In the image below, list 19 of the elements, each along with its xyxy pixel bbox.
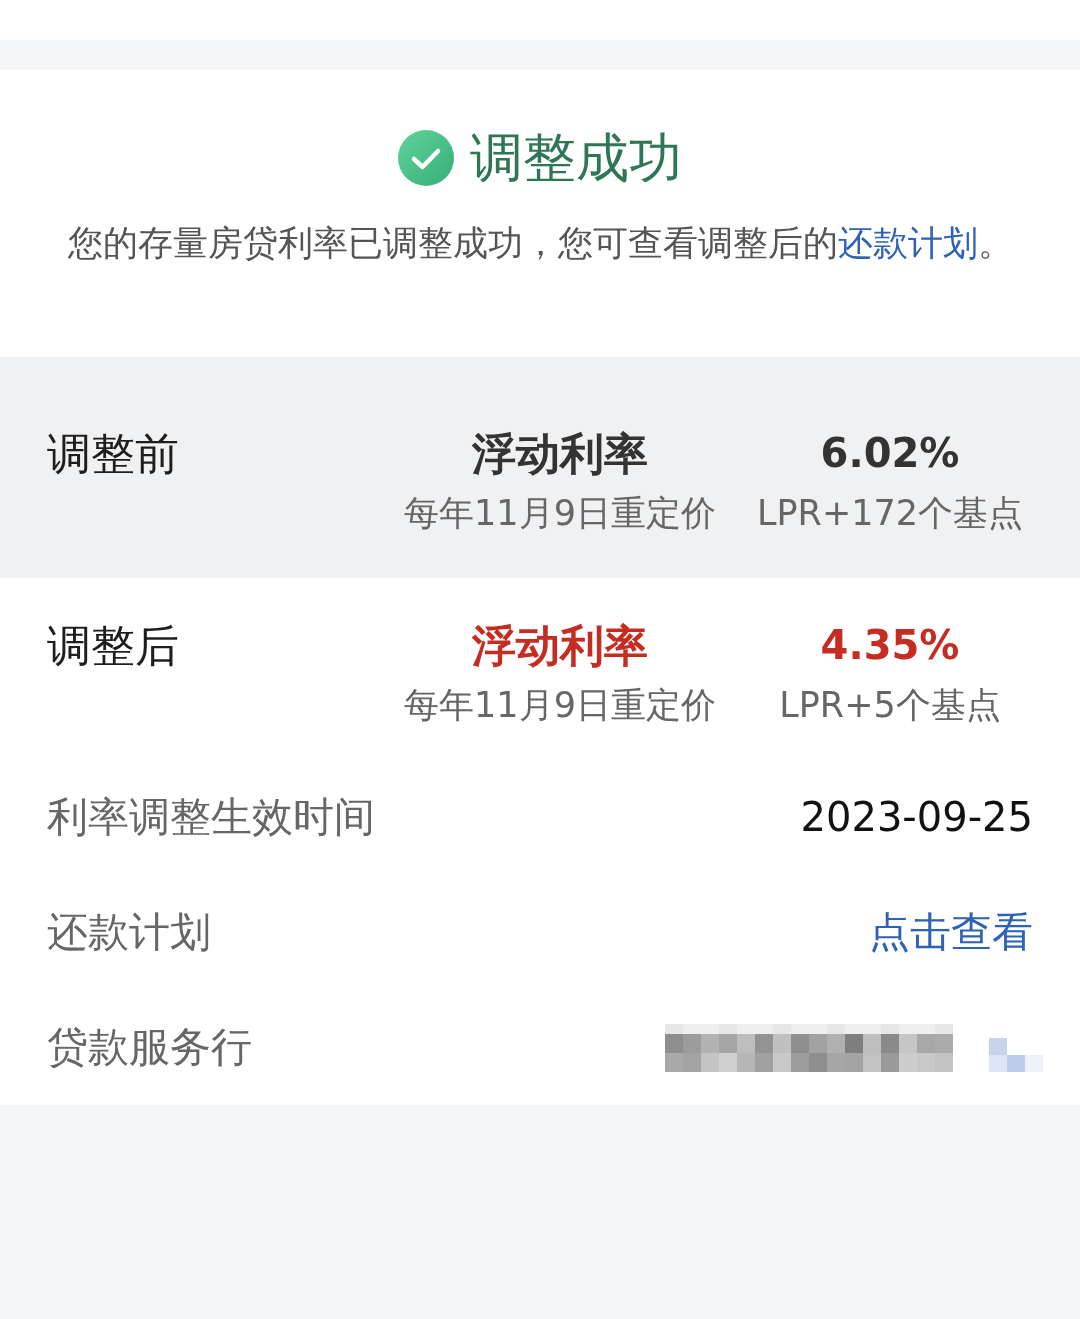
repayment-plan-link[interactable]: 还款计划 — [837, 223, 978, 263]
detail-label: 贷款服务行 — [47, 1022, 252, 1073]
view-link[interactable]: 点击查看 — [869, 904, 1033, 961]
rate-type: 浮动利率 — [471, 619, 649, 673]
interest-rate: 4.35% — [819, 621, 961, 670]
rate-row-label: 调整前 — [47, 427, 180, 481]
rate-spread: LPR+172个基点 — [755, 492, 1025, 535]
rate-spread: LPR+5个基点 — [778, 684, 1002, 727]
detail-label: 利率调整生效时间 — [47, 792, 375, 843]
rate-type: 浮动利率 — [471, 427, 649, 481]
interest-rate: 6.02% — [819, 429, 961, 478]
detail-value: 2023-09-25 — [800, 793, 1033, 842]
reprice-rule: 每年11月9日重定价 — [403, 492, 717, 535]
success-message: 您的存量房贷利率已调整成功，您可查看调整后的还款计划。 — [66, 222, 1014, 265]
success-title: 调整成功 — [470, 126, 682, 190]
check-circle-icon — [398, 130, 454, 186]
detail-label: 还款计划 — [47, 907, 211, 958]
reprice-rule: 每年11月9日重定价 — [403, 684, 717, 727]
rate-row-label: 调整后 — [47, 619, 180, 673]
